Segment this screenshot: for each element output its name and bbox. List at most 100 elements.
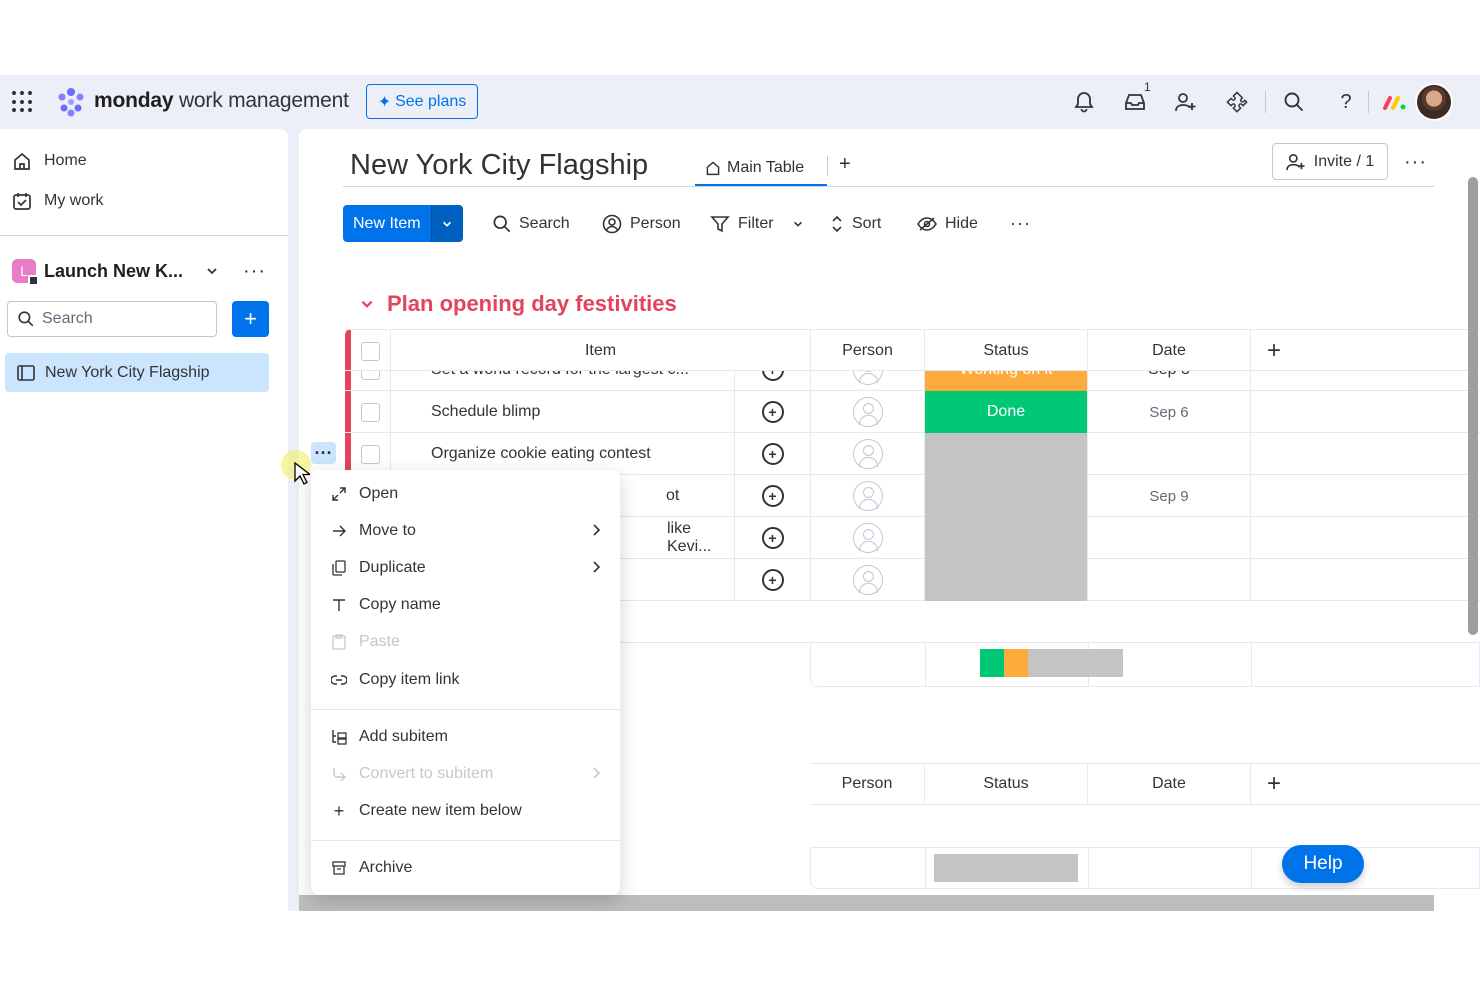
update-cell[interactable]: + <box>735 391 811 433</box>
new-item-button[interactable]: New Item <box>343 205 463 242</box>
status-cell[interactable] <box>925 433 1088 475</box>
row-checkbox[interactable] <box>361 402 380 422</box>
update-cell[interactable]: + <box>735 475 811 517</box>
empty-person-icon[interactable] <box>852 397 883 427</box>
status-cell[interactable]: Working on it <box>925 371 1088 391</box>
toolbar-filter-button[interactable]: Filter <box>710 205 804 242</box>
menu-item-copy-name[interactable]: Copy name <box>311 588 620 622</box>
status-cell[interactable] <box>925 475 1088 517</box>
date-cell[interactable] <box>1088 559 1251 601</box>
chevron-down-icon[interactable] <box>359 296 375 312</box>
select-all-checkbox[interactable] <box>361 341 380 361</box>
person-cell[interactable] <box>811 371 925 391</box>
add-column-button[interactable]: + <box>1251 764 1297 804</box>
toolbar-sort-button[interactable]: Sort <box>830 205 881 242</box>
apps-puzzle-icon[interactable] <box>1224 89 1250 115</box>
column-header-status[interactable]: Status <box>925 330 1088 372</box>
vertical-scrollbar[interactable] <box>1468 177 1478 635</box>
person-cell[interactable] <box>811 433 925 475</box>
column-header-person[interactable]: Person <box>811 330 925 372</box>
invite-members-icon[interactable] <box>1173 89 1199 115</box>
add-column-button[interactable]: + <box>1251 330 1297 372</box>
empty-person-icon[interactable] <box>852 523 883 553</box>
sidebar-search-input[interactable]: Search <box>7 301 217 337</box>
row-options-icon[interactable]: ··· <box>311 442 336 464</box>
update-cell[interactable]: + <box>735 433 811 475</box>
update-cell[interactable]: + <box>735 517 811 559</box>
table-row[interactable]: Set a world record for the largest c... … <box>345 371 1480 391</box>
board-more-icon[interactable]: ··· <box>1404 151 1427 174</box>
date-cell[interactable] <box>1088 517 1251 559</box>
table-row[interactable]: Organize cookie eating contest + <box>345 433 1480 475</box>
see-plans-button[interactable]: ✦ See plans <box>366 84 478 119</box>
add-board-button[interactable]: + <box>232 301 269 337</box>
date-cell[interactable]: Sep 3 <box>1088 371 1251 391</box>
status-summary-segment[interactable] <box>1003 649 1028 677</box>
add-update-icon[interactable]: + <box>761 569 784 591</box>
menu-item-archive[interactable]: Archive <box>311 851 620 885</box>
app-switcher-icon[interactable] <box>12 91 34 113</box>
user-avatar[interactable] <box>1415 83 1453 121</box>
item-name[interactable]: Set a world record for the largest c... <box>391 371 735 391</box>
workspace-more-icon[interactable]: ··· <box>243 260 266 283</box>
person-cell[interactable] <box>811 475 925 517</box>
toolbar-person-button[interactable]: Person <box>602 205 681 242</box>
help-icon[interactable]: ? <box>1333 89 1359 115</box>
empty-person-icon[interactable] <box>852 439 883 469</box>
row-checkbox[interactable] <box>361 444 380 464</box>
person-cell[interactable] <box>811 559 925 601</box>
search-icon[interactable] <box>1281 89 1307 115</box>
status-cell[interactable] <box>925 517 1088 559</box>
empty-status-bar[interactable] <box>934 854 1078 882</box>
status-summary-segment[interactable] <box>1027 649 1123 677</box>
toolbar-more-icon[interactable]: ··· <box>1010 205 1031 242</box>
row-checkbox-cell[interactable] <box>351 371 391 391</box>
sidebar-item-board[interactable]: New York City Flagship <box>5 353 269 392</box>
monday-products-icon[interactable] <box>1382 93 1408 111</box>
menu-item-move-to[interactable]: Move to <box>311 514 620 548</box>
column-header-person[interactable]: Person <box>810 764 925 804</box>
add-view-button[interactable]: + <box>839 153 851 176</box>
update-cell[interactable]: + <box>735 559 811 601</box>
sidebar-item-my-work[interactable]: My work <box>12 191 104 211</box>
update-cell[interactable]: + <box>735 371 811 391</box>
group-header[interactable]: Plan opening day festivities <box>359 291 677 317</box>
menu-item-duplicate[interactable]: Duplicate <box>311 551 620 585</box>
add-update-icon[interactable]: + <box>761 443 784 465</box>
status-summary-segment[interactable] <box>980 649 1004 677</box>
row-checkbox[interactable] <box>361 371 380 380</box>
date-cell[interactable]: Sep 9 <box>1088 475 1251 517</box>
item-name[interactable]: Schedule blimp <box>391 391 735 433</box>
person-cell[interactable] <box>811 517 925 559</box>
horizontal-scrollbar[interactable] <box>299 895 1434 911</box>
empty-person-icon[interactable] <box>852 371 883 385</box>
tab-main-table[interactable]: Main Table <box>695 151 814 185</box>
invite-button[interactable]: Invite / 1 <box>1272 143 1388 180</box>
date-cell[interactable] <box>1088 433 1251 475</box>
person-cell[interactable] <box>811 391 925 433</box>
column-header-date[interactable]: Date <box>1088 330 1251 372</box>
add-update-icon[interactable]: + <box>761 401 784 423</box>
status-cell[interactable]: Done <box>925 391 1088 433</box>
workspace-selector[interactable]: L Launch New K... ··· <box>12 257 272 286</box>
add-update-icon[interactable]: + <box>761 485 784 507</box>
menu-item-copy-item-link[interactable]: Copy item link <box>311 663 620 697</box>
menu-item-add-subitem[interactable]: Add subitem <box>311 720 620 754</box>
chevron-down-icon[interactable] <box>792 218 804 230</box>
menu-item-create-new-item-below[interactable]: + Create new item below <box>311 794 620 828</box>
board-title[interactable]: New York City Flagship <box>350 149 648 182</box>
select-all-cell[interactable] <box>351 330 391 372</box>
toolbar-hide-button[interactable]: Hide <box>917 205 978 242</box>
status-summary-bar[interactable] <box>980 649 1123 677</box>
column-header-status[interactable]: Status <box>925 764 1088 804</box>
notifications-bell-icon[interactable] <box>1071 89 1097 115</box>
add-update-icon[interactable]: + <box>761 371 784 381</box>
column-header-item[interactable]: Item <box>391 330 811 372</box>
toolbar-search-button[interactable]: Search <box>493 205 570 242</box>
status-cell[interactable] <box>925 559 1088 601</box>
add-update-icon[interactable]: + <box>761 527 784 549</box>
sidebar-item-home[interactable]: Home <box>12 151 87 171</box>
row-checkbox-cell[interactable] <box>351 433 391 475</box>
item-name[interactable]: Organize cookie eating contest <box>391 433 735 475</box>
row-checkbox-cell[interactable] <box>351 391 391 433</box>
